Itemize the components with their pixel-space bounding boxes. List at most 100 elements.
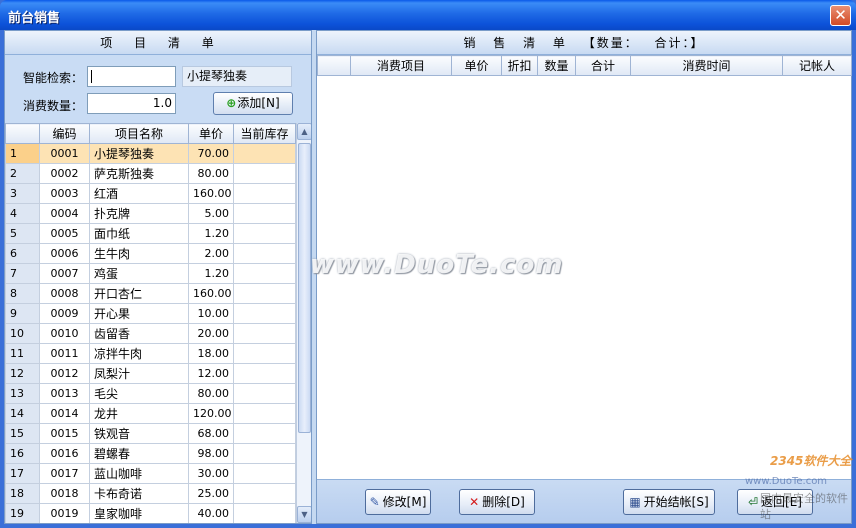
row-index: 11 xyxy=(5,343,40,364)
row-name: 红酒 xyxy=(89,183,189,204)
row-code: 0004 xyxy=(39,203,90,224)
row-index: 18 xyxy=(5,483,40,504)
table-row[interactable]: 1 0001 小提琴独奏 70.00 xyxy=(5,143,296,164)
window-title: 前台销售 xyxy=(8,11,61,26)
text-caret xyxy=(91,70,92,83)
table-row[interactable]: 6 0006 生牛肉 2.00 xyxy=(5,243,296,264)
sales-col-price[interactable]: 单价 xyxy=(451,55,502,76)
row-stock xyxy=(233,303,296,324)
sales-table-header-row: 消费项目 单价 折扣 数量 合计 消费时间 记帐人 xyxy=(317,55,852,76)
item-table-body: 1 0001 小提琴独奏 70.00 2 0002 萨克斯独奏 80.00 3 0003 红酒 160… xyxy=(5,143,296,523)
delete-button-label: 删除[D] xyxy=(482,495,525,509)
close-icon: ✕ xyxy=(834,6,847,24)
col-header-name[interactable]: 项目名称 xyxy=(89,123,189,144)
table-row[interactable]: 17 0017 蓝山咖啡 30.00 xyxy=(5,463,296,484)
delete-button[interactable]: ✕ 删除[D] xyxy=(459,489,535,515)
row-price: 1.20 xyxy=(188,223,234,244)
sales-col-time[interactable]: 消费时间 xyxy=(630,55,783,76)
row-code: 0008 xyxy=(39,283,90,304)
table-row[interactable]: 5 0005 面巾纸 1.20 xyxy=(5,223,296,244)
add-button-label: 添加[N] xyxy=(237,96,280,110)
search-label: 智能检索： xyxy=(23,71,84,85)
col-header-code[interactable]: 编码 xyxy=(39,123,90,144)
title-bar: 前台销售 ✕ xyxy=(0,0,856,30)
item-table: 编码 项目名称 单价 当前库存 1 0001 小提琴独奏 70.00 2 0002 萨克斯独… xyxy=(5,123,296,523)
item-table-header-row: 编码 项目名称 单价 当前库存 xyxy=(5,123,296,144)
table-row[interactable]: 2 0002 萨克斯独奏 80.00 xyxy=(5,163,296,184)
row-name: 开心果 xyxy=(89,303,189,324)
table-row[interactable]: 18 0018 卡布奇诺 25.00 xyxy=(5,483,296,504)
row-name: 碧螺春 xyxy=(89,443,189,464)
row-price: 68.00 xyxy=(188,423,234,444)
table-row[interactable]: 7 0007 鸡蛋 1.20 xyxy=(5,263,296,284)
row-code: 0016 xyxy=(39,443,90,464)
table-row[interactable]: 12 0012 凤梨汁 12.00 xyxy=(5,363,296,384)
row-stock xyxy=(233,263,296,284)
item-list-panel: 项 目 清 单 智能检索： 小提琴独奏 消费数量： 1.0 ⊕添加[N] 编码 … xyxy=(4,30,312,524)
row-stock xyxy=(233,443,296,464)
search-input[interactable] xyxy=(87,66,176,87)
table-row[interactable]: 15 0015 铁观音 68.00 xyxy=(5,423,296,444)
sales-col-item[interactable]: 消费项目 xyxy=(350,55,452,76)
row-index: 1 xyxy=(5,143,40,164)
table-row[interactable]: 16 0016 碧螺春 98.00 xyxy=(5,443,296,464)
edit-button[interactable]: ✎ 修改[M] xyxy=(365,489,431,515)
table-row[interactable]: 19 0019 皇家咖啡 40.00 xyxy=(5,503,296,523)
edit-icon: ✎ xyxy=(369,495,380,509)
table-row[interactable]: 3 0003 红酒 160.00 xyxy=(5,183,296,204)
watermark-brand: 2345软件大全 xyxy=(770,454,852,468)
scroll-down-icon[interactable]: ▼ xyxy=(297,506,311,523)
add-button[interactable]: ⊕添加[N] xyxy=(213,92,293,115)
row-code: 0015 xyxy=(39,423,90,444)
table-row[interactable]: 4 0004 扑克牌 5.00 xyxy=(5,203,296,224)
row-index: 6 xyxy=(5,243,40,264)
row-index: 14 xyxy=(5,403,40,424)
row-code: 0009 xyxy=(39,303,90,324)
row-index: 17 xyxy=(5,463,40,484)
sales-list-title: 销 售 清 单 【数量： 合计：】 xyxy=(463,36,705,50)
sales-list-header: 销 售 清 单 【数量： 合计：】 xyxy=(317,31,851,55)
row-name: 蓝山咖啡 xyxy=(89,463,189,484)
row-index: 8 xyxy=(5,283,40,304)
table-row[interactable]: 11 0011 凉拌牛肉 18.00 xyxy=(5,343,296,364)
col-header-stock[interactable]: 当前库存 xyxy=(233,123,296,144)
row-price: 18.00 xyxy=(188,343,234,364)
table-row[interactable]: 13 0013 毛尖 80.00 xyxy=(5,383,296,404)
item-grid-scrollbar[interactable]: ▲ ▼ xyxy=(296,123,311,523)
row-index: 3 xyxy=(5,183,40,204)
row-stock xyxy=(233,423,296,444)
row-name: 齿留香 xyxy=(89,323,189,344)
sales-table: 消费项目 单价 折扣 数量 合计 消费时间 记帐人 xyxy=(317,55,852,76)
row-stock xyxy=(233,283,296,304)
row-stock xyxy=(233,183,296,204)
row-name: 开口杏仁 xyxy=(89,283,189,304)
scroll-up-icon[interactable]: ▲ xyxy=(297,123,311,140)
row-price: 1.20 xyxy=(188,263,234,284)
checkout-button[interactable]: ▦ 开始结帐[S] xyxy=(623,489,715,515)
row-name: 面巾纸 xyxy=(89,223,189,244)
quantity-input[interactable]: 1.0 xyxy=(87,93,176,114)
row-index: 7 xyxy=(5,263,40,284)
sales-col-operator[interactable]: 记帐人 xyxy=(782,55,852,76)
table-row[interactable]: 10 0010 齿留香 20.00 xyxy=(5,323,296,344)
row-index: 4 xyxy=(5,203,40,224)
quantity-value: 1.0 xyxy=(152,96,172,110)
row-stock xyxy=(233,383,296,404)
row-code: 0017 xyxy=(39,463,90,484)
table-row[interactable]: 8 0008 开口杏仁 160.00 xyxy=(5,283,296,304)
close-button[interactable]: ✕ xyxy=(830,5,851,26)
row-stock xyxy=(233,223,296,244)
table-row[interactable]: 14 0014 龙井 120.00 xyxy=(5,403,296,424)
row-price: 20.00 xyxy=(188,323,234,344)
sales-col-total[interactable]: 合计 xyxy=(575,55,631,76)
scroll-thumb[interactable] xyxy=(298,143,311,433)
row-index: 10 xyxy=(5,323,40,344)
sales-col-index[interactable] xyxy=(317,55,351,76)
row-index: 16 xyxy=(5,443,40,464)
sales-col-discount[interactable]: 折扣 xyxy=(501,55,538,76)
sales-col-quantity[interactable]: 数量 xyxy=(537,55,576,76)
col-header-price[interactable]: 单价 xyxy=(188,123,234,144)
table-row[interactable]: 9 0009 开心果 10.00 xyxy=(5,303,296,324)
col-header-index[interactable] xyxy=(5,123,40,144)
row-code: 0006 xyxy=(39,243,90,264)
